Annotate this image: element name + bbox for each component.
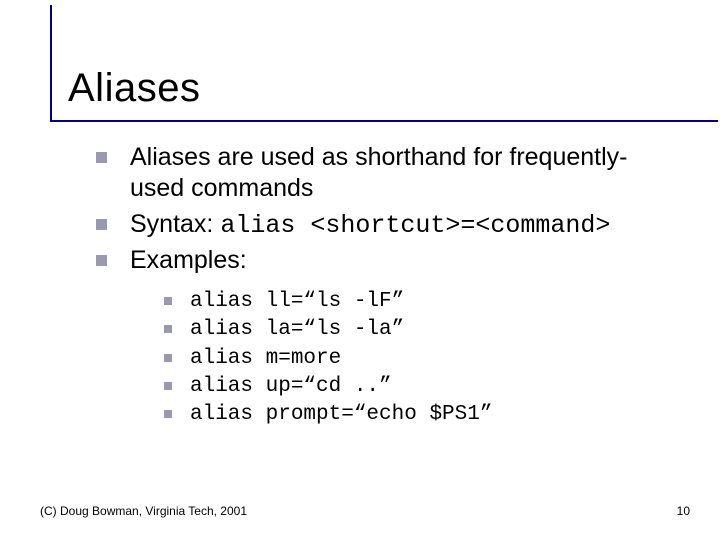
example-item: alias m=more — [164, 345, 660, 373]
bullet-item: Aliases are used as shorthand for freque… — [96, 142, 660, 205]
title-vertical-rule — [50, 5, 52, 120]
example-item: alias prompt=“echo $PS1” — [164, 401, 660, 429]
bullet-text: Examples: — [130, 246, 247, 274]
slide-body: Aliases are used as shorthand for freque… — [96, 142, 660, 430]
bullet-text: Aliases are used as shorthand for freque… — [130, 143, 628, 202]
title-block: Aliases — [68, 60, 680, 108]
slide-title: Aliases — [68, 60, 680, 108]
example-item: alias ll=“ls -lF” — [164, 288, 660, 316]
bullet-item: Examples: alias ll=“ls -lF” alias la=“ls… — [96, 245, 660, 430]
bullet-text-prefix: Syntax: — [130, 210, 220, 238]
footer-page-number: 10 — [677, 504, 690, 518]
example-item: alias up=“cd ..” — [164, 373, 660, 401]
bullet-list: Aliases are used as shorthand for freque… — [96, 142, 660, 430]
example-item: alias la=“ls -la” — [164, 316, 660, 344]
bullet-text-code: alias <shortcut>=<command> — [220, 211, 610, 240]
example-list: alias ll=“ls -lF” alias la=“ls -la” alia… — [164, 288, 660, 430]
bullet-item: Syntax: alias <shortcut>=<command> — [96, 209, 660, 241]
slide: Aliases Aliases are used as shorthand fo… — [0, 0, 720, 540]
footer-copyright: (C) Doug Bowman, Virginia Tech, 2001 — [40, 504, 247, 518]
title-horizontal-rule — [50, 120, 718, 122]
